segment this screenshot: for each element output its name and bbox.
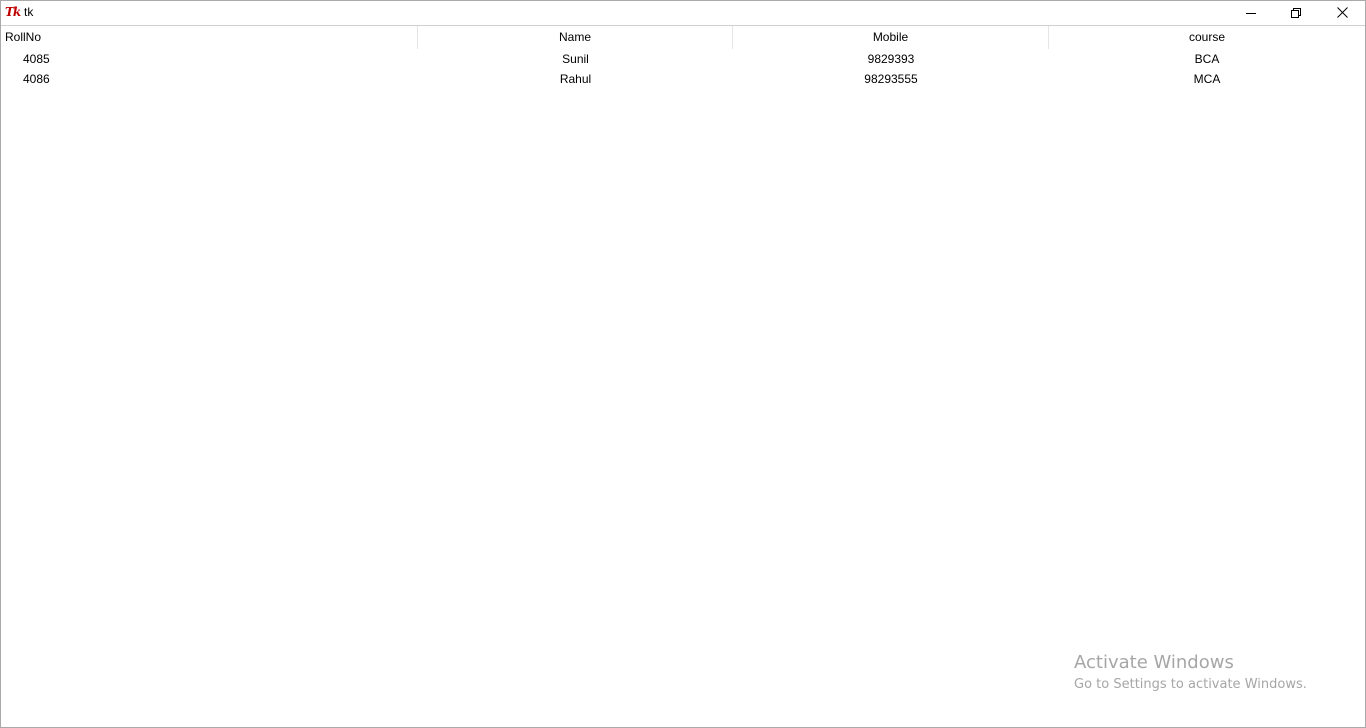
window-title: tk bbox=[24, 5, 34, 19]
watermark-subtitle: Go to Settings to activate Windows. bbox=[1074, 677, 1307, 692]
column-header-mobile[interactable]: Mobile bbox=[733, 26, 1049, 49]
cell-name: Rahul bbox=[559, 72, 592, 86]
cell-rollno: 4086 bbox=[23, 72, 50, 86]
cell-course: MCA bbox=[1193, 72, 1221, 86]
tk-feather-icon[interactable]: Tk bbox=[5, 5, 21, 19]
cell-mobile: 98293555 bbox=[864, 72, 918, 86]
table-body: 4085 Sunil 9829393 BCA 4086 Rahul 982935… bbox=[1, 49, 1365, 89]
close-icon bbox=[1336, 7, 1348, 18]
cell-course: BCA bbox=[1194, 52, 1220, 66]
column-header-course[interactable]: course bbox=[1049, 26, 1365, 49]
table-row[interactable]: 4085 Sunil 9829393 BCA bbox=[1, 49, 1365, 69]
restore-icon bbox=[1291, 7, 1301, 18]
cell-mobile: 9829393 bbox=[867, 52, 915, 66]
app-window: Tk tk RollNo Name Mobile course 4085 Sun… bbox=[0, 0, 1366, 728]
column-header-name[interactable]: Name bbox=[418, 26, 733, 49]
minimize-button[interactable] bbox=[1228, 1, 1274, 24]
table-row[interactable]: 4086 Rahul 98293555 MCA bbox=[1, 69, 1365, 89]
cell-rollno: 4085 bbox=[23, 52, 50, 66]
cell-name: Sunil bbox=[562, 52, 589, 66]
restore-button[interactable] bbox=[1273, 1, 1319, 24]
minimize-icon bbox=[1246, 12, 1256, 14]
watermark-title: Activate Windows bbox=[1074, 652, 1234, 673]
title-bar[interactable]: Tk tk bbox=[1, 1, 1365, 24]
student-treeview[interactable]: RollNo Name Mobile course 4085 Sunil 982… bbox=[1, 25, 1365, 727]
close-button[interactable] bbox=[1319, 1, 1365, 24]
column-header-rollno[interactable]: RollNo bbox=[1, 26, 418, 49]
activation-watermark: Activate Windows Go to Settings to activ… bbox=[1074, 652, 1307, 696]
table-header: RollNo Name Mobile course bbox=[1, 26, 1365, 49]
